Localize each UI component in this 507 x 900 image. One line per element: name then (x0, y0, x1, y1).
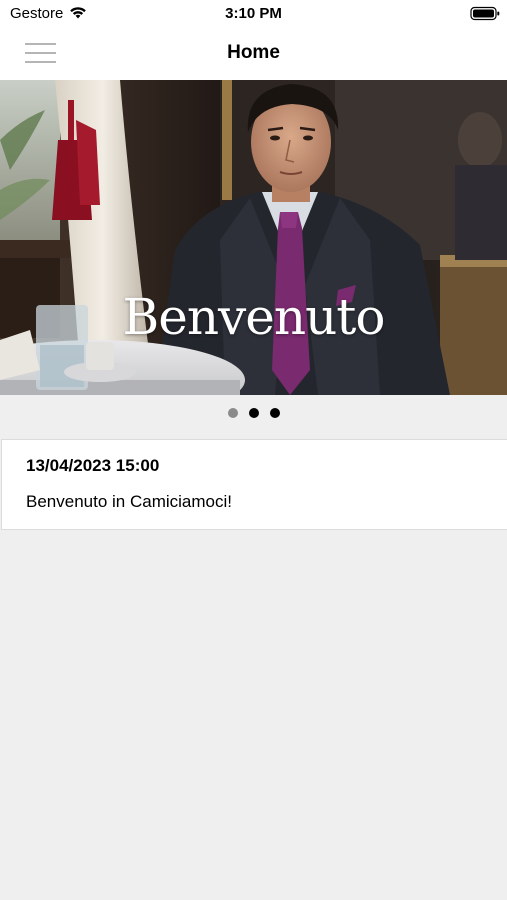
news-date: 13/04/2023 15:00 (26, 456, 160, 475)
page-title: Home (227, 42, 280, 63)
battery-icon (470, 6, 500, 21)
page-dot-3[interactable] (269, 408, 280, 418)
page-dot-2[interactable] (248, 408, 259, 418)
hamburger-icon (25, 43, 56, 45)
status-bar: Gestore 3:10 PM (0, 0, 507, 28)
page-indicator[interactable] (0, 408, 507, 424)
news-item[interactable]: 13/04/2023 15:00 Benvenuto in Camiciamoc… (1, 439, 507, 530)
clock: 3:10 PM (225, 5, 282, 22)
hero-banner[interactable]: Benvenuto (0, 80, 507, 395)
hero-title: Benvenuto (122, 288, 386, 346)
hero-image (0, 80, 507, 395)
news-text: Benvenuto in Camiciamoci! (26, 492, 232, 511)
navigation-bar: Home (0, 28, 507, 80)
page-dot-1[interactable] (227, 408, 238, 418)
menu-button[interactable] (20, 38, 60, 68)
